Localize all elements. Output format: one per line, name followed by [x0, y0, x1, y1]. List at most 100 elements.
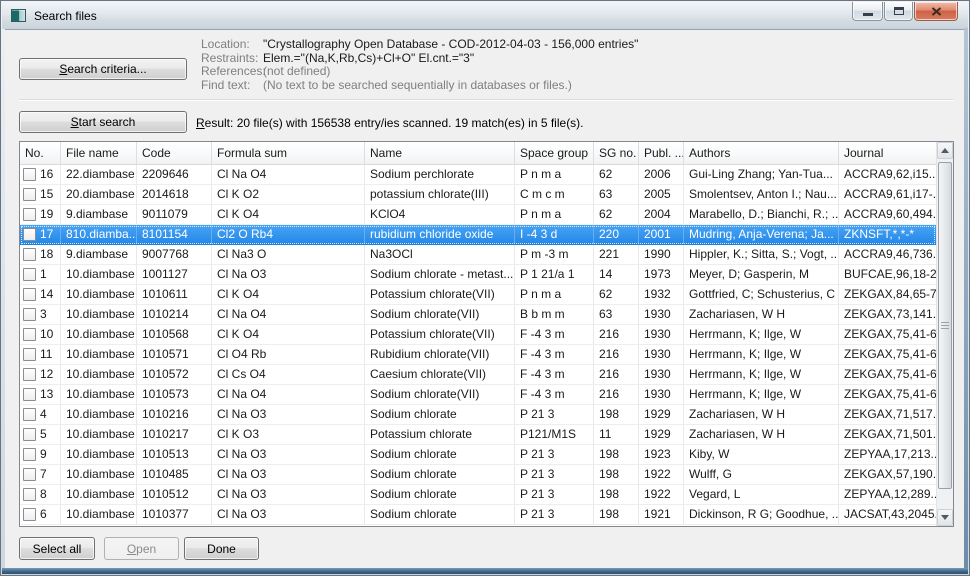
column-header-code[interactable]: Code: [137, 142, 212, 164]
row-checkbox[interactable]: [23, 288, 36, 301]
column-header-file-name[interactable]: File name: [61, 142, 137, 164]
cell-journal: ZEKGAX,57,190...: [839, 465, 936, 484]
cell-code: 1010512: [137, 485, 212, 504]
search-criteria-button[interactable]: Search criteria...: [19, 58, 187, 80]
row-checkbox[interactable]: [23, 308, 36, 321]
scroll-down-button[interactable]: [937, 509, 953, 526]
row-checkbox[interactable]: [23, 248, 36, 261]
row-checkbox[interactable]: [23, 368, 36, 381]
cell-no: 13: [20, 385, 61, 404]
result-status-text: Result: 20 file(s) with 156538 entry/ies…: [196, 116, 584, 130]
row-checkbox[interactable]: [23, 188, 36, 201]
cell-name: potassium chlorate(III): [365, 185, 515, 204]
cell-authors: Smolentsev, Anton I.; Nau...: [684, 185, 839, 204]
dialog-body: Search criteria... Location: "Crystallog…: [5, 29, 964, 568]
column-header-publ[interactable]: Publ. ...: [639, 142, 684, 164]
column-header-no[interactable]: No.: [20, 142, 61, 164]
vertical-scrollbar[interactable]: [936, 142, 953, 526]
cell-code: 1001127: [137, 265, 212, 284]
row-checkbox[interactable]: [23, 388, 36, 401]
cell-formula-sum: Cl Na O3: [212, 445, 365, 464]
row-checkbox[interactable]: [23, 348, 36, 361]
cell-authors: Hippler, K.; Sitta, S.; Vogt, ...: [684, 245, 839, 264]
table-row[interactable]: 1622.diambase2209646Cl Na O4Sodium perch…: [20, 165, 936, 185]
cell-no: 14: [20, 285, 61, 304]
cell-sg-no: 198: [594, 405, 639, 424]
minimize-button[interactable]: [852, 2, 883, 21]
table-row[interactable]: 410.diambase1010216Cl Na O3Sodium chlora…: [20, 405, 936, 425]
scroll-up-button[interactable]: [937, 142, 953, 159]
row-checkbox[interactable]: [23, 488, 36, 501]
table-row[interactable]: 510.diambase1010217Cl K O3Potassium chlo…: [20, 425, 936, 445]
cell-name: Rubidium chlorate(VII): [365, 345, 515, 364]
cell-authors: Zachariasen, W H: [684, 305, 839, 324]
column-header-space-group[interactable]: Space group: [515, 142, 594, 164]
cell-sg-no: 198: [594, 465, 639, 484]
close-icon: [931, 7, 942, 16]
cell-publ: 1932: [639, 285, 684, 304]
titlebar[interactable]: Search files: [2, 2, 968, 29]
cell-publ: 2006: [639, 165, 684, 184]
cell-sg-no: 198: [594, 485, 639, 504]
open-label: pen: [136, 542, 156, 556]
scrollbar-thumb[interactable]: [938, 162, 952, 489]
table-row[interactable]: 610.diambase1010377Cl Na O3Sodium chlora…: [20, 505, 936, 525]
open-button[interactable]: Open: [104, 537, 179, 560]
row-checkbox[interactable]: [23, 328, 36, 341]
maximize-icon: [894, 7, 904, 15]
table-row[interactable]: 1010.diambase1010568Cl K O4Potassium chl…: [20, 325, 936, 345]
row-checkbox[interactable]: [23, 268, 36, 281]
table-row[interactable]: 310.diambase1010214Cl Na O4Sodium chlora…: [20, 305, 936, 325]
row-checkbox[interactable]: [23, 428, 36, 441]
table-row[interactable]: 110.diambase1001127Cl Na O3Sodium chlora…: [20, 265, 936, 285]
row-number: 10: [40, 325, 53, 344]
cell-publ: 2004: [639, 205, 684, 224]
row-checkbox[interactable]: [23, 468, 36, 481]
table-row[interactable]: 1520.diambase2014618Cl K O2potassium chl…: [20, 185, 936, 205]
cell-code: 1010571: [137, 345, 212, 364]
row-checkbox[interactable]: [23, 448, 36, 461]
row-checkbox[interactable]: [23, 408, 36, 421]
row-checkbox[interactable]: [23, 228, 36, 241]
column-header-formula-sum[interactable]: Formula sum: [212, 142, 365, 164]
table-row[interactable]: 17810.diamba...8101154Cl2 O Rb4rubidium …: [20, 225, 936, 245]
cell-authors: Meyer, D; Gasperin, M: [684, 265, 839, 284]
column-header-name[interactable]: Name: [365, 142, 515, 164]
cell-sg-no: 62: [594, 205, 639, 224]
find-text-value: (No text to be searched sequentially in …: [263, 79, 572, 93]
cell-authors: Gui-Ling Zhang; Yan-Tua...: [684, 165, 839, 184]
table-row[interactable]: 710.diambase1010485Cl Na O3Sodium chlora…: [20, 465, 936, 485]
column-header-authors[interactable]: Authors: [684, 142, 839, 164]
cell-no: 10: [20, 325, 61, 344]
select-all-label: Select all: [33, 542, 82, 556]
table-row[interactable]: 1210.diambase1010572Cl Cs O4Caesium chlo…: [20, 365, 936, 385]
window-title: Search files: [34, 9, 97, 23]
table-row[interactable]: 1410.diambase1010611Cl K O4Potassium chl…: [20, 285, 936, 305]
search-files-window: Search files Search criteria... Location…: [0, 0, 970, 576]
table-row[interactable]: 810.diambase1010512Cl Na O3Sodium chlora…: [20, 485, 936, 505]
start-search-button[interactable]: Start search: [19, 111, 187, 133]
cell-file-name: 10.diambase: [61, 345, 137, 364]
row-checkbox[interactable]: [23, 208, 36, 221]
column-header-journal[interactable]: Journal: [839, 142, 936, 164]
cell-code: 1010568: [137, 325, 212, 344]
cell-code: 1010485: [137, 465, 212, 484]
select-all-button[interactable]: Select all: [19, 537, 95, 560]
table-row[interactable]: 1310.diambase1010573Cl Na O4Sodium chlor…: [20, 385, 936, 405]
cell-publ: 2001: [639, 225, 684, 244]
close-button[interactable]: [914, 2, 958, 21]
cell-authors: Marabello, D.; Bianchi, R.; ...: [684, 205, 839, 224]
table-row[interactable]: 910.diambase1010513Cl Na O3Sodium chlora…: [20, 445, 936, 465]
cell-code: 9007768: [137, 245, 212, 264]
cell-publ: 1922: [639, 465, 684, 484]
window-frame-right: [964, 28, 968, 569]
row-checkbox[interactable]: [23, 508, 36, 521]
row-number: 13: [40, 385, 53, 404]
table-row[interactable]: 1110.diambase1010571Cl O4 RbRubidium chl…: [20, 345, 936, 365]
table-row[interactable]: 189.diambase9007768Cl Na3 ONa3OClP m -3 …: [20, 245, 936, 265]
done-button[interactable]: Done: [184, 537, 259, 560]
maximize-button[interactable]: [884, 2, 913, 21]
column-header-sg-no[interactable]: SG no.: [594, 142, 639, 164]
row-checkbox[interactable]: [23, 168, 36, 181]
table-row[interactable]: 199.diambase9011079Cl K O4KClO4P n m a62…: [20, 205, 936, 225]
